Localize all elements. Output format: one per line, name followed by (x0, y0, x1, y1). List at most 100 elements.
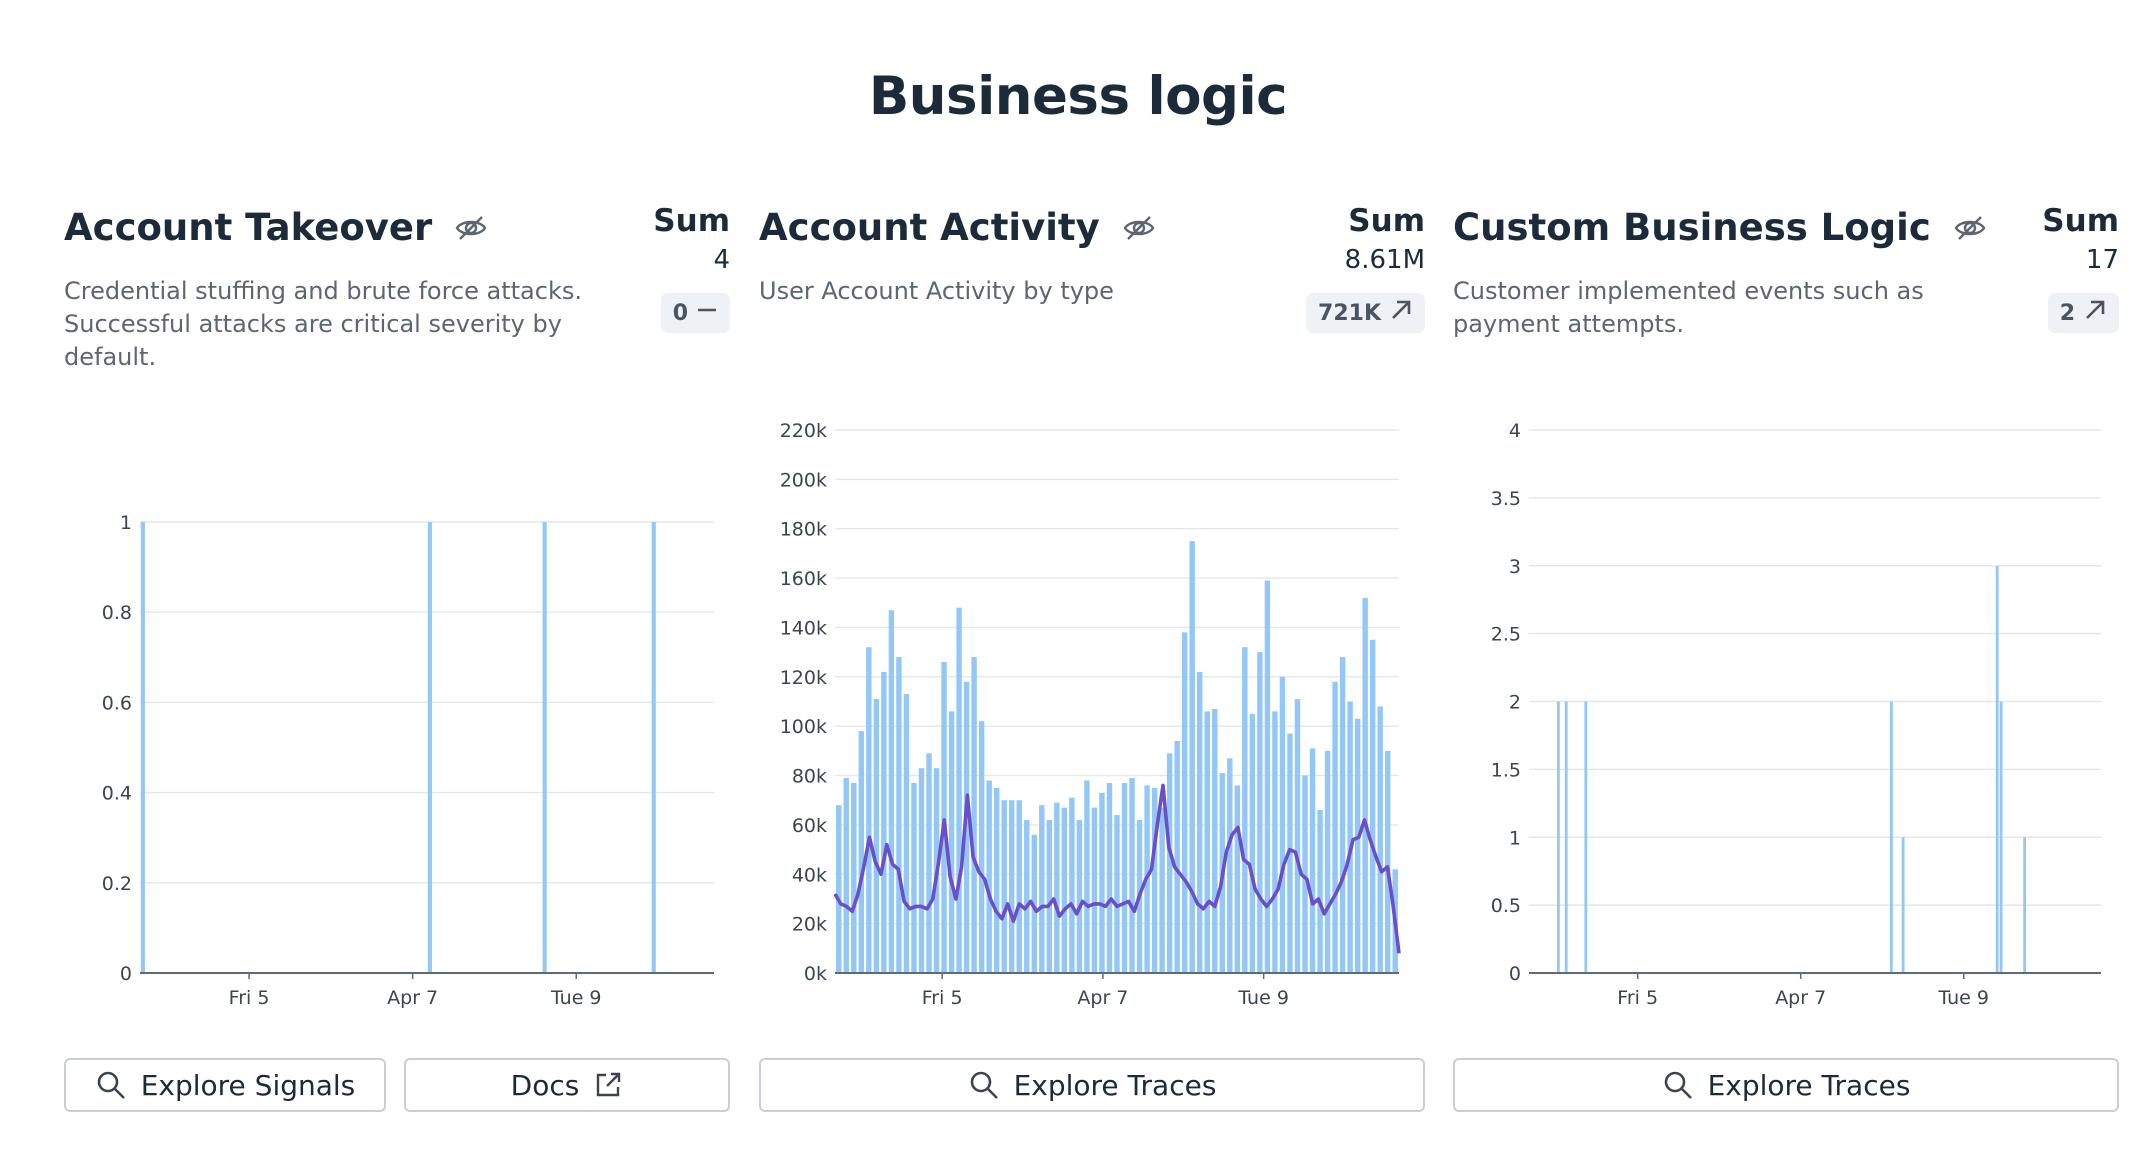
sum-value: 17 (2085, 245, 2119, 275)
bar (2023, 837, 2027, 973)
bar (651, 522, 656, 973)
y-tick-label: 200k (780, 469, 827, 491)
sum-label: Sum (1348, 203, 1425, 239)
x-tick-label: Apr 7 (387, 987, 438, 1009)
y-tick-label: 4 (1509, 420, 1521, 442)
panel-description: Customer implemented events such as paym… (1453, 277, 1924, 338)
y-tick-label: 0.6 (102, 692, 132, 714)
explore-traces-button[interactable]: Explore Traces (1453, 1058, 2119, 1112)
bar (1204, 711, 1210, 973)
bar (1324, 750, 1331, 973)
bar (1556, 701, 1560, 973)
search-icon (1662, 1069, 1694, 1101)
eye-slash-icon[interactable] (1953, 214, 1987, 242)
x-tick-label: Fri 5 (922, 987, 963, 1009)
bar (1076, 819, 1083, 973)
bar (948, 711, 955, 973)
bar (896, 657, 902, 973)
bar (1114, 815, 1120, 973)
bar (1121, 782, 1128, 973)
y-tick-label: 0.5 (1491, 895, 1521, 917)
panel-title: Custom Business Logic (1453, 206, 1987, 249)
bar (1234, 785, 1241, 973)
bar (1249, 713, 1256, 973)
y-tick-label: 1 (120, 512, 132, 534)
arrow-up-right-icon (2083, 298, 2107, 328)
bar (1242, 647, 1248, 973)
bar (1227, 758, 1233, 973)
bar (1995, 565, 1999, 973)
bar (140, 522, 145, 973)
bar (1166, 753, 1173, 973)
eye-slash-icon[interactable] (454, 214, 488, 242)
panel-title: Account Activity (759, 206, 1156, 249)
y-tick-label: 160k (780, 568, 827, 590)
bar (1189, 541, 1195, 973)
bar (1317, 810, 1323, 973)
bar (1099, 792, 1105, 973)
bar (858, 731, 865, 973)
bar (1999, 701, 2003, 973)
y-tick-label: 140k (780, 617, 827, 639)
y-tick-label: 2.5 (1491, 624, 1521, 646)
bar (911, 782, 917, 973)
y-tick-label: 0.8 (102, 602, 132, 624)
sum-label: Sum (653, 203, 730, 239)
bar (836, 805, 842, 973)
sum-label: Sum (2042, 203, 2119, 239)
dash-icon (696, 299, 718, 327)
search-icon (95, 1069, 127, 1101)
x-tick-label: Apr 7 (1077, 987, 1128, 1009)
x-tick-label: Fri 5 (229, 987, 270, 1009)
bar (1046, 819, 1053, 973)
bar (1377, 706, 1383, 973)
bar (1264, 580, 1271, 973)
bar (1061, 807, 1068, 973)
y-tick-label: 80k (792, 766, 827, 788)
bar (888, 610, 895, 973)
x-tick-label: Tue 9 (1937, 987, 1989, 1009)
external-link-icon (593, 1070, 623, 1100)
y-tick-label: 3 (1509, 556, 1521, 578)
panel-title: Account Takeover (64, 206, 488, 249)
bar (1294, 699, 1301, 973)
bar (1054, 802, 1060, 973)
panel-account-activity: Account Activity Sum 8.61M 721K User Acc… (759, 0, 1425, 1164)
bar (1257, 652, 1263, 973)
docs-button[interactable]: Docs (404, 1058, 730, 1112)
bar (941, 662, 947, 973)
bar (926, 753, 932, 973)
bar (1069, 797, 1075, 973)
bar (1584, 701, 1588, 973)
x-tick-label: Fri 5 (1617, 987, 1658, 1009)
search-icon (968, 1069, 1000, 1101)
explore-signals-button[interactable]: Explore Signals (64, 1058, 386, 1112)
bar (1129, 778, 1135, 973)
eye-slash-icon[interactable] (1122, 214, 1156, 242)
x-tick-label: Apr 7 (1775, 987, 1826, 1009)
y-tick-label: 0.4 (102, 783, 132, 805)
bar (1151, 787, 1158, 973)
y-tick-label: 1.5 (1491, 759, 1521, 781)
sum-value: 8.61M (1344, 245, 1425, 275)
x-tick-label: Tue 9 (1237, 987, 1289, 1009)
bar (1016, 800, 1022, 973)
sum-value: 4 (713, 245, 730, 275)
y-tick-label: 20k (792, 914, 827, 936)
bar (881, 671, 887, 973)
bar (978, 721, 985, 973)
change-badge: 0 (660, 293, 730, 333)
explore-traces-button[interactable]: Explore Traces (759, 1058, 1425, 1112)
bar (1369, 639, 1376, 973)
bar (1159, 807, 1165, 973)
x-tick-label: Tue 9 (550, 987, 602, 1009)
y-tick-label: 120k (780, 667, 827, 689)
chart-account-takeover: 0 0.2 0.4 0.6 0.8 1 Fri 5 Apr 7 Tue 9 (102, 512, 714, 1009)
bar (1091, 807, 1098, 973)
y-tick-label: 0 (1509, 963, 1521, 985)
bar (866, 647, 872, 973)
y-tick-label: 1 (1509, 827, 1521, 849)
bar (956, 607, 962, 973)
bar (851, 782, 857, 973)
panel-custom-business-logic: Custom Business Logic Sum 17 2 Customer … (1453, 0, 2119, 1164)
